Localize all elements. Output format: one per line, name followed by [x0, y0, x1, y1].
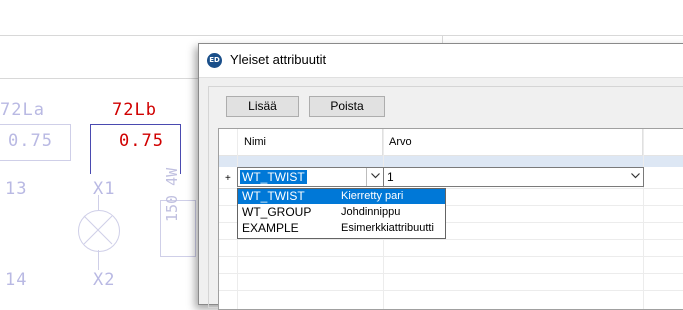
grid-line	[219, 273, 683, 274]
chevron-down-icon	[371, 173, 380, 179]
wire-line	[98, 195, 99, 210]
grid-line	[219, 290, 683, 291]
wire-label-72lb: 72Lb	[112, 100, 157, 120]
option-name: EXAMPLE	[242, 221, 299, 235]
terminal-label-13: 13	[5, 179, 28, 199]
add-button[interactable]: Lisää	[226, 96, 299, 117]
grid-line	[219, 256, 683, 257]
grid-line	[219, 239, 683, 240]
app-logo-icon: ED	[207, 53, 222, 68]
option-name: WT_TWIST	[242, 189, 305, 203]
column-header-name[interactable]: Nimi	[238, 129, 383, 155]
attribute-value-text[interactable]: 1	[387, 170, 394, 184]
dropdown-option-wt-group[interactable]: WT_GROUP Johdinnippu	[238, 205, 445, 220]
option-description: Esimerkkiattribuutti	[341, 222, 434, 234]
resistor-label: 150 4W	[163, 167, 181, 222]
value-dropdown-button[interactable]	[627, 168, 643, 186]
connector-label-x1: X1	[93, 179, 116, 199]
wire-value-right: 0.75	[119, 131, 164, 151]
row-header-column	[219, 129, 238, 155]
grid-line	[643, 129, 644, 309]
attribute-name-selected-text[interactable]: WT_TWIST	[240, 170, 307, 184]
attribute-name-combobox[interactable]: WT_TWIST	[237, 167, 384, 187]
option-description: Johdinnippu	[341, 206, 401, 218]
dropdown-option-wt-twist[interactable]: WT_TWIST Kierretty pari	[238, 189, 445, 204]
lamp-cross-icon	[83, 215, 113, 245]
wire-line	[98, 250, 99, 270]
dialog-title: Yleiset attribuutit	[230, 52, 327, 67]
attribute-value-combobox[interactable]: 1	[383, 167, 644, 187]
dialog-titlebar[interactable]: ED Yleiset attribuutit	[199, 44, 683, 78]
remove-button[interactable]: Poista	[309, 96, 385, 117]
drawing-border-line	[0, 35, 683, 36]
chevron-down-icon	[631, 173, 640, 179]
new-row-strip[interactable]	[219, 156, 683, 167]
new-row-marker: +	[225, 173, 231, 184]
column-header-value[interactable]: Arvo	[384, 129, 643, 155]
option-name: WT_GROUP	[242, 205, 312, 219]
wire-value-left: 0.75	[8, 131, 53, 151]
dropdown-option-example[interactable]: EXAMPLE Esimerkkiattribuutti	[238, 221, 445, 236]
attribute-name-dropdown-list[interactable]: WT_TWIST Kierretty pari WT_GROUP Johdinn…	[237, 188, 446, 239]
name-dropdown-button[interactable]	[366, 168, 383, 186]
wire-label-72la: 72La	[0, 100, 45, 120]
option-description: Kierretty pari	[341, 190, 404, 202]
terminal-label-14: 14	[5, 270, 28, 290]
connector-label-x2: X2	[93, 270, 116, 290]
